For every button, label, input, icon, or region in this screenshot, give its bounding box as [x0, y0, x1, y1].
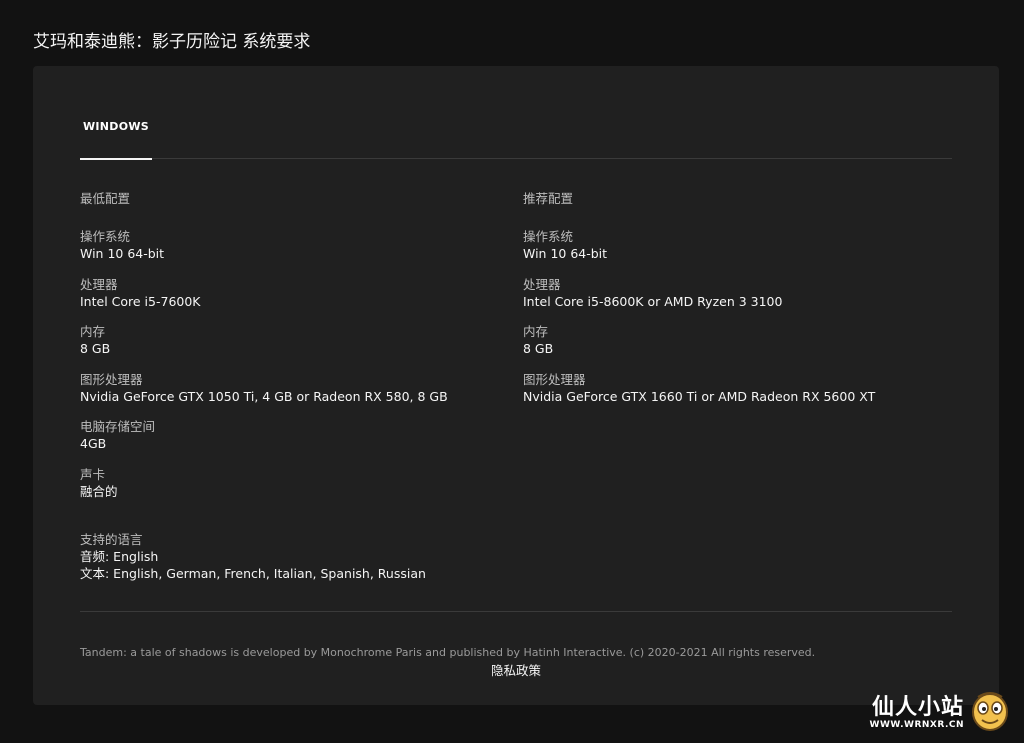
- spec-value: Intel Core i5-8600K or AMD Ryzen 3 3100: [523, 293, 783, 309]
- spec-label: 电脑存储空间: [80, 419, 156, 435]
- watermark-text: 仙人小站 WWW.WRNXR.CN: [869, 694, 964, 731]
- spec-label: 内存: [523, 324, 549, 340]
- spec-label: 内存: [80, 324, 106, 340]
- copyright-text: Tandem: a tale of shadows is developed b…: [80, 646, 816, 659]
- spec-value: Win 10 64-bit: [523, 246, 608, 261]
- privacy-policy-link[interactable]: 隐私政策: [80, 662, 952, 680]
- page: 艾玛和泰迪熊：影子历险记 系统要求 WINDOWS 最低配置 操作系统 Win …: [0, 0, 1024, 743]
- spec-os-rec: 操作系统 Win 10 64-bit: [523, 229, 953, 277]
- spec-label: 操作系统: [80, 229, 131, 244]
- spec-memory-rec: 内存 8 GB: [523, 324, 953, 372]
- spec-gpu-min: 图形处理器 Nvidia GeForce GTX 1050 Ti, 4 GB o…: [80, 372, 500, 420]
- minimum-heading: 最低配置: [80, 191, 131, 206]
- footer: Tandem: a tale of shadows is developed b…: [80, 646, 952, 680]
- spec-label: 图形处理器: [523, 371, 586, 387]
- page-title: 艾玛和泰迪熊：影子历险记 系统要求: [33, 32, 311, 52]
- spec-value: Nvidia GeForce GTX 1050 Ti, 4 GB or Rade…: [80, 388, 448, 404]
- tab-windows-label: WINDOWS: [82, 120, 150, 133]
- spec-value: 8 GB: [80, 341, 111, 357]
- recommended-heading: 推荐配置: [523, 191, 574, 206]
- tab-windows[interactable]: WINDOWS: [80, 120, 152, 160]
- spec-label: 图形处理器: [80, 371, 143, 387]
- minimum-requirements: 最低配置 操作系统 Win 10 64-bit 处理器 Intel Core i…: [80, 189, 500, 515]
- spec-sound-min: 声卡 融合的: [80, 467, 500, 515]
- spec-label: 处理器: [523, 276, 561, 292]
- watermark-title: 仙人小站: [871, 694, 964, 720]
- tab-active-indicator: [80, 158, 152, 160]
- site-watermark: 仙人小站 WWW.WRNXR.CN: [870, 689, 1010, 737]
- spec-gpu-rec: 图形处理器 Nvidia GeForce GTX 1660 Ti or AMD …: [523, 372, 953, 420]
- requirements-panel: WINDOWS 最低配置 操作系统 Win 10 64-bit 处理器 Inte…: [33, 66, 999, 705]
- footer-divider: [80, 611, 952, 612]
- spec-value: Intel Core i5-7600K: [80, 293, 201, 309]
- spec-memory-min: 内存 8 GB: [80, 324, 500, 372]
- languages-label: 支持的语言: [80, 532, 143, 547]
- spec-value: Nvidia GeForce GTX 1660 Ti or AMD Radeon…: [523, 388, 876, 404]
- spec-value: 4GB: [80, 436, 107, 452]
- spec-label: 操作系统: [523, 229, 574, 244]
- spec-value: Win 10 64-bit: [80, 246, 165, 261]
- spec-cpu-rec: 处理器 Intel Core i5-8600K or AMD Ryzen 3 3…: [523, 277, 953, 325]
- spec-value: 8 GB: [523, 341, 554, 357]
- platform-tabs: WINDOWS: [80, 66, 952, 160]
- spec-cpu-min: 处理器 Intel Core i5-7600K: [80, 277, 500, 325]
- recommended-requirements: 推荐配置 操作系统 Win 10 64-bit 处理器 Intel Core i…: [523, 189, 953, 419]
- spec-label: 声卡: [80, 466, 106, 482]
- spec-os-min: 操作系统 Win 10 64-bit: [80, 229, 500, 277]
- audio-languages: 音频: English: [80, 549, 159, 564]
- spec-storage-min: 电脑存储空间 4GB: [80, 419, 500, 467]
- text-languages: 文本: English, German, French, Italian, Sp…: [80, 566, 426, 581]
- spec-label: 处理器: [80, 276, 118, 292]
- spec-value: 融合的: [80, 483, 118, 499]
- cartoon-face-icon: [970, 689, 1010, 737]
- watermark-subtitle: WWW.WRNXR.CN: [869, 719, 964, 730]
- supported-languages: 支持的语言 音频: English 文本: English, German, F…: [80, 531, 580, 582]
